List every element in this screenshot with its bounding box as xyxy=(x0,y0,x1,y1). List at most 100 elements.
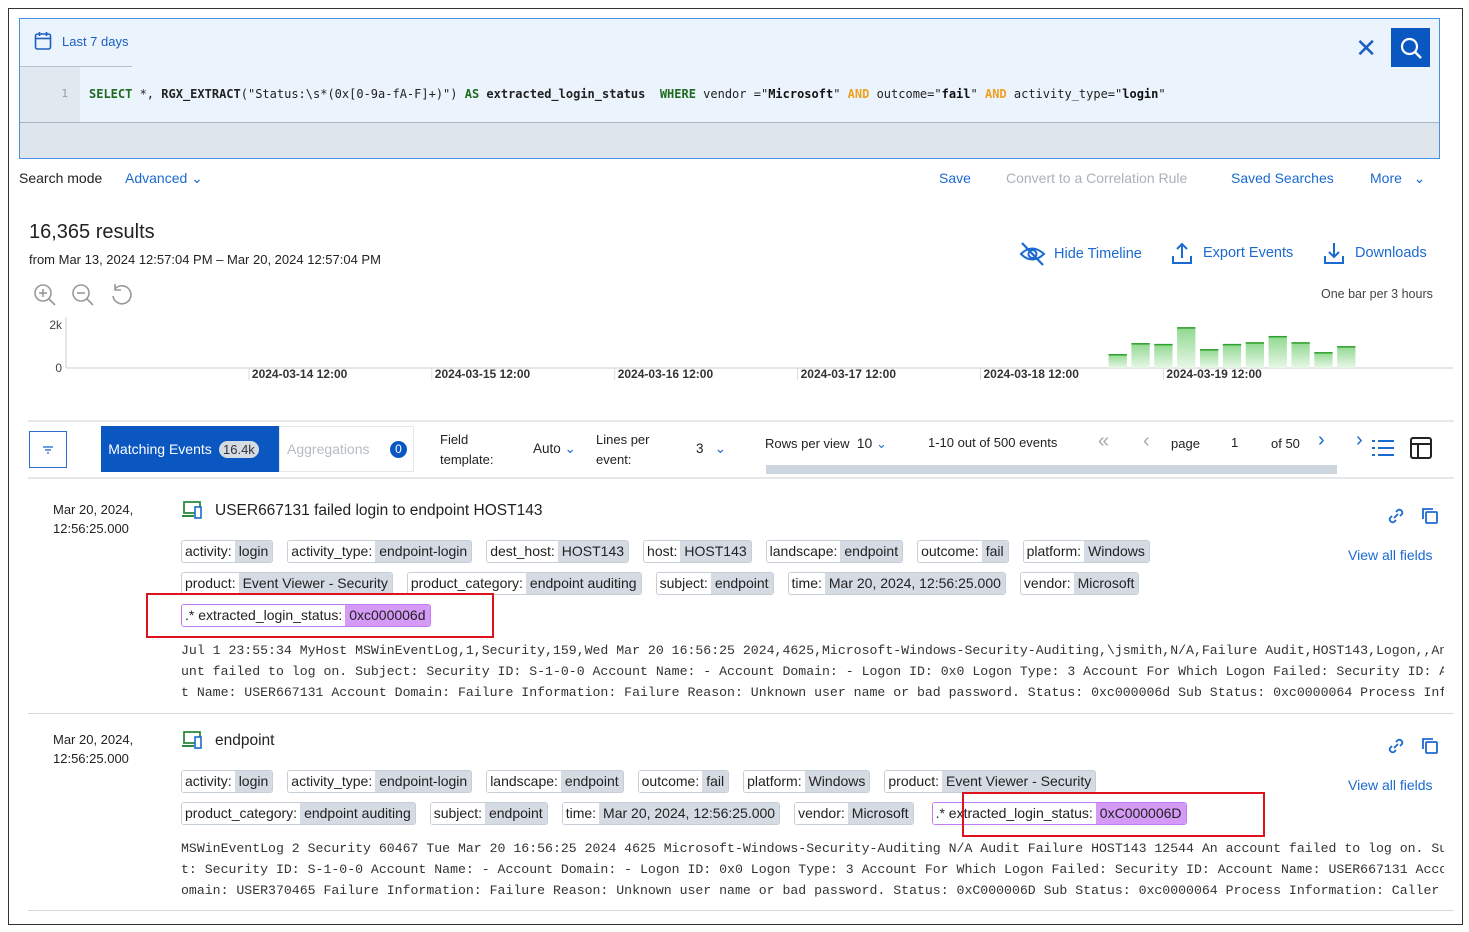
tab-aggregations[interactable]: Aggregations 0 xyxy=(279,426,414,472)
timeline-bar xyxy=(1108,354,1127,368)
endpoint-icon xyxy=(182,731,202,749)
field-tag[interactable]: activity_type: endpoint-login xyxy=(287,770,473,793)
save-button[interactable]: Save xyxy=(939,170,971,186)
field-value: login xyxy=(234,771,273,792)
timeline-bar xyxy=(1337,346,1356,368)
field-tag[interactable]: activity: login xyxy=(181,770,274,793)
timeline-bar xyxy=(1199,349,1219,368)
page-input[interactable]: 1 xyxy=(1231,435,1238,450)
export-events-button[interactable]: Export Events xyxy=(1171,241,1293,265)
field-tag[interactable]: outcome: fail xyxy=(637,770,730,793)
timeline-bar xyxy=(1291,342,1310,368)
next-page-button[interactable]: › xyxy=(1318,429,1325,452)
list-view-icon[interactable] xyxy=(1372,439,1394,457)
field-tag[interactable]: host: HOST143 xyxy=(643,540,752,563)
field-key: host: xyxy=(644,541,681,562)
query-text[interactable]: SELECT *, RGX_EXTRACT("Status:\s*(0x[0-9… xyxy=(89,87,1166,101)
results-count: 16,365 results xyxy=(29,221,155,243)
zoom-out-icon[interactable] xyxy=(71,283,95,307)
field-value: Mar 20, 2024, 12:56:25.000 xyxy=(599,803,780,824)
field-tag[interactable]: vendor: Microsoft xyxy=(1019,572,1140,595)
calendar-icon xyxy=(34,32,52,50)
date-range-picker[interactable]: Last 7 days xyxy=(34,31,129,51)
clear-query-button[interactable]: ✕ xyxy=(1355,35,1377,61)
chevron-down-icon: ⌄ xyxy=(191,170,203,186)
rows-per-view-dropdown[interactable]: Rows per view 10 ⌄ xyxy=(765,435,887,452)
field-tag[interactable]: landscape: endpoint xyxy=(765,540,904,563)
field-tag[interactable]: landscape: endpoint xyxy=(486,770,624,793)
view-all-fields-link[interactable]: View all fields xyxy=(1348,777,1433,793)
field-value: fail xyxy=(981,541,1008,562)
field-value: endpoint xyxy=(560,771,623,792)
event-timestamp: Mar 20, 2024, 12:56:25.000 xyxy=(53,730,133,768)
saved-searches-button[interactable]: Saved Searches xyxy=(1231,170,1334,186)
view-all-fields-link[interactable]: View all fields xyxy=(1348,547,1433,563)
timeline-bar-top xyxy=(1108,354,1127,356)
field-value: Windows xyxy=(1084,541,1149,562)
timeline-bar xyxy=(1154,343,1173,368)
timeline-bar xyxy=(1131,343,1150,368)
raw-log-line: Jul 1 23:55:34 MyHost MSWinEventLog,1,Se… xyxy=(181,643,1444,658)
layout-view-icon[interactable] xyxy=(1410,437,1432,459)
copy-icon[interactable] xyxy=(1421,737,1439,755)
query-token: RGX_EXTRACT xyxy=(161,87,241,101)
bar-interval-note: One bar per 3 hours xyxy=(1321,287,1433,301)
export-events-label: Export Events xyxy=(1203,245,1294,261)
field-tag[interactable]: dest_host: HOST143 xyxy=(486,540,630,563)
zoom-in-icon[interactable] xyxy=(33,283,57,307)
tab-matching-events[interactable]: Matching Events 16.4k xyxy=(101,426,279,472)
first-page-button[interactable]: « xyxy=(1098,430,1109,453)
search-mode-dropdown[interactable]: Advanced ⌄ xyxy=(125,170,203,187)
more-dropdown[interactable]: More ⌄ xyxy=(1370,170,1425,187)
field-tag[interactable]: product_category: endpoint auditing xyxy=(406,572,642,595)
field-tag[interactable]: platform: Windows xyxy=(1022,540,1150,563)
timeline-chart[interactable]: 2k 0 2024-03-14 12:00 2024-03-15 12:00 2024-… xyxy=(0,310,1469,390)
lines-value: 3 xyxy=(696,441,704,456)
filter-icon xyxy=(43,445,53,454)
downloads-button[interactable]: Downloads xyxy=(1323,241,1427,265)
field-tag[interactable]: product: Event Viewer - Security xyxy=(181,572,393,595)
last-page-button[interactable]: › xyxy=(1356,429,1363,452)
reset-zoom-icon[interactable] xyxy=(109,283,135,307)
copy-icon[interactable] xyxy=(1421,507,1439,525)
x-tick-label: 2024-03-16 12:00 xyxy=(618,367,714,381)
previous-page-button[interactable]: ‹ xyxy=(1143,430,1150,453)
event-time: 12:56:25.000 xyxy=(53,751,129,766)
timeline-bar xyxy=(1268,335,1287,368)
field-tag[interactable]: subject: endpoint xyxy=(655,572,774,595)
lines-per-event-dropdown[interactable]: 3 ⌄ xyxy=(696,441,726,457)
query-token: Microsoft xyxy=(768,87,834,101)
query-token: AND xyxy=(984,87,1007,101)
convert-correlation-rule-button[interactable]: Convert to a Correlation Rule xyxy=(1006,170,1187,186)
chevron-down-icon: ⌄ xyxy=(1413,170,1426,186)
raw-log: Jul 1 23:55:34 MyHost MSWinEventLog,1,Se… xyxy=(181,640,1444,703)
field-tag[interactable]: product_category: endpoint auditing xyxy=(181,802,416,825)
event-title[interactable]: endpoint xyxy=(215,732,274,750)
search-button[interactable] xyxy=(1391,28,1430,67)
field-tag[interactable]: time: Mar 20, 2024, 12:56:25.000 xyxy=(787,572,1006,595)
horizontal-scrollbar[interactable] xyxy=(766,465,1337,474)
highlight-box xyxy=(962,792,1265,837)
link-icon[interactable] xyxy=(1387,507,1405,525)
filter-button[interactable] xyxy=(29,431,67,468)
link-icon[interactable] xyxy=(1387,737,1405,755)
field-template-dropdown[interactable]: Auto ⌄ xyxy=(533,441,576,457)
query-token: " xyxy=(833,87,848,101)
event-title[interactable]: USER667131 failed login to endpoint HOST… xyxy=(215,502,542,520)
hide-timeline-button[interactable]: Hide Timeline xyxy=(1019,241,1142,267)
field-tag[interactable]: activity: login xyxy=(181,540,274,563)
field-tag[interactable]: product: Event Viewer - Security xyxy=(884,770,1097,793)
query-token xyxy=(645,87,659,101)
field-tag[interactable]: platform: Windows xyxy=(743,770,871,793)
field-tag[interactable]: activity_type: endpoint-login xyxy=(287,540,473,563)
matching-events-label: Matching Events xyxy=(108,441,212,457)
field-key: activity: xyxy=(182,541,235,562)
query-editor[interactable]: Last 7 days 1 SELECT *, RGX_EXTRACT("Sta… xyxy=(19,18,1440,159)
field-tag[interactable]: subject: endpoint xyxy=(429,802,548,825)
field-tag[interactable]: outcome: fail xyxy=(917,540,1009,563)
field-value: HOST143 xyxy=(557,541,629,562)
field-value: endpoint xyxy=(484,803,547,824)
field-tag[interactable]: vendor: Microsoft xyxy=(794,802,914,825)
field-value: Microsoft xyxy=(847,803,913,824)
field-tag[interactable]: time: Mar 20, 2024, 12:56:25.000 xyxy=(561,802,781,825)
